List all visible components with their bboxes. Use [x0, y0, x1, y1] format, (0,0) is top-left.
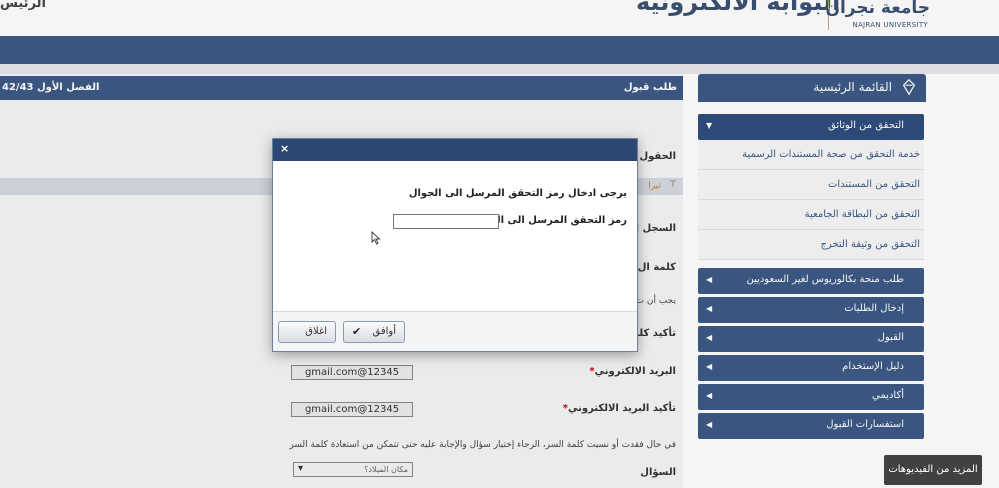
dialog-footer: أوافق ✔ اغلاق — [273, 311, 637, 351]
close-button[interactable]: اغلاق — [278, 321, 336, 343]
mouse-pointer-icon — [371, 231, 381, 245]
verification-dialog: × يرجى ادخال رمز التحقق المرسل الى الجوا… — [272, 138, 638, 352]
dialog-message: يرجى ادخال رمز التحقق المرسل الى الجوال — [408, 188, 627, 199]
verification-code-input[interactable] — [393, 214, 499, 229]
check-icon: ✔ — [352, 325, 362, 338]
dialog-title-bar: × — [273, 139, 637, 161]
agree-button[interactable]: أوافق ✔ — [343, 321, 405, 343]
close-icon[interactable]: × — [280, 142, 289, 155]
more-videos-button[interactable]: المزيد من الفيديوهات — [884, 455, 982, 485]
agree-button-label: أوافق — [372, 326, 396, 337]
dialog-body: يرجى ادخال رمز التحقق المرسل الى الجوال … — [273, 161, 637, 311]
close-button-label: اغلاق — [305, 326, 327, 337]
